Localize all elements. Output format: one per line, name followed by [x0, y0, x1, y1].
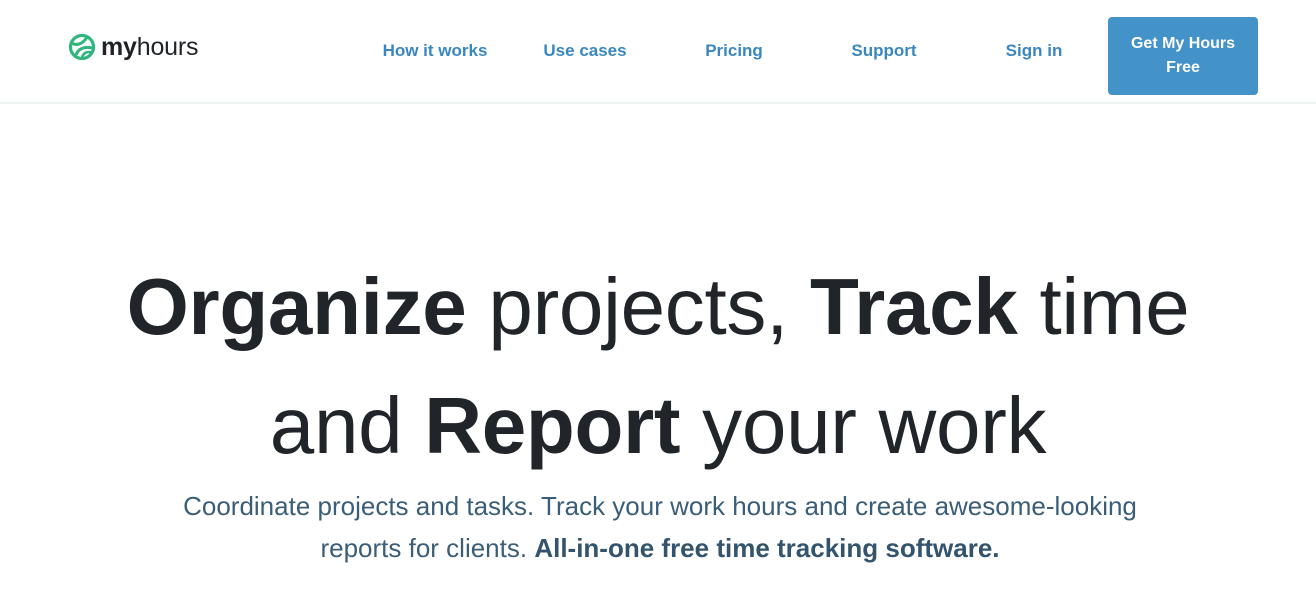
headline-your-work: your work: [680, 381, 1047, 470]
headline-report: Report: [424, 381, 681, 470]
logo-wordmark: myhours: [101, 31, 198, 63]
hero-headline-line1: Organize projects, Track time: [0, 262, 1316, 352]
headline-organize: Organize: [126, 262, 467, 351]
logo-wordmark-bold: my: [101, 33, 137, 61]
nav-sign-in[interactable]: Sign in: [1006, 40, 1063, 62]
nav-support[interactable]: Support: [851, 40, 916, 62]
get-my-hours-free-button[interactable]: Get My Hours Free: [1108, 17, 1258, 95]
globe-leaf-icon: [68, 33, 96, 61]
hero-subtitle: Coordinate projects and tasks. Track you…: [160, 485, 1160, 569]
hero-headline-line2: and Report your work: [0, 381, 1316, 471]
nav-pricing[interactable]: Pricing: [705, 40, 763, 62]
site-header: myhours How it works Use cases Pricing S…: [0, 0, 1316, 104]
logo-wordmark-light: hours: [136, 33, 199, 61]
headline-time: time: [1017, 262, 1190, 351]
headline-track: Track: [809, 262, 1018, 351]
nav-use-cases[interactable]: Use cases: [543, 40, 626, 62]
subtitle-strong: All-in-one free time tracking software.: [534, 533, 1000, 563]
headline-and: and: [269, 381, 425, 470]
logo-link[interactable]: myhours: [68, 31, 198, 63]
nav-how-it-works[interactable]: How it works: [383, 40, 488, 62]
headline-projects: projects,: [466, 262, 810, 351]
